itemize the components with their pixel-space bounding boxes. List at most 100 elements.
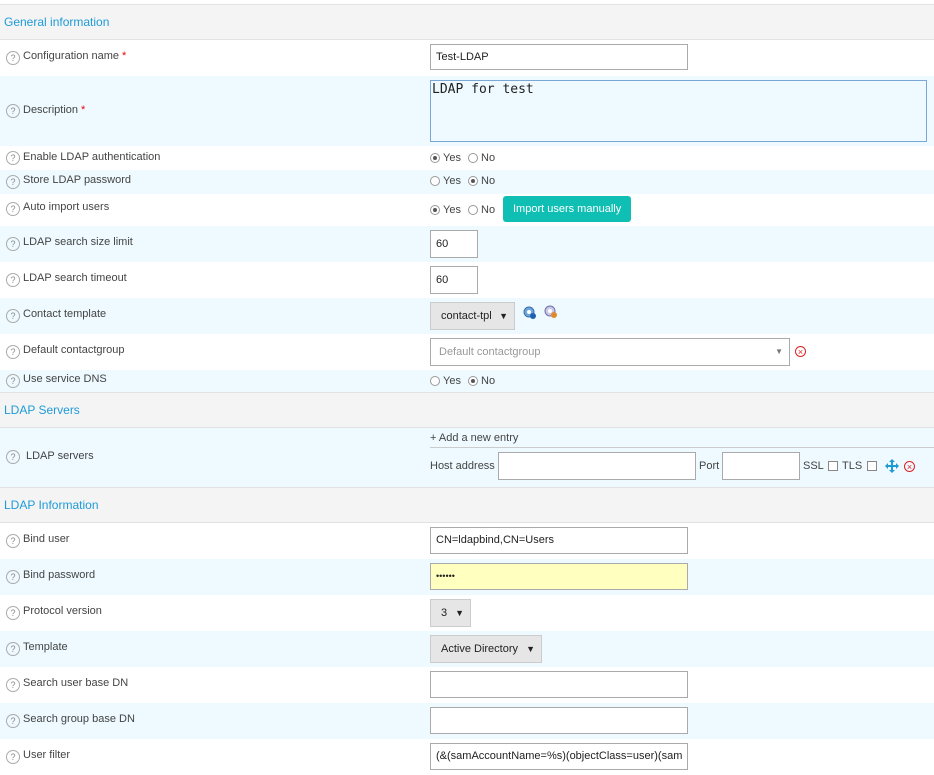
configuration-name-input[interactable]: Test-LDAP (430, 44, 688, 70)
import-users-manually-button[interactable]: Import users manually (503, 196, 632, 222)
row-template: ? Template Active Directory ▼ (0, 631, 934, 667)
help-icon[interactable]: ? (6, 374, 20, 388)
row-user-filter: ? User filter (&(samAccountName=%s)(obje… (0, 739, 934, 775)
row-search-timeout: ? LDAP search timeout 60 (0, 262, 934, 298)
bind-user-input[interactable]: CN=ldapbind,CN=Users (430, 527, 688, 554)
port-input[interactable] (722, 452, 800, 480)
field-label: Protocol version (23, 605, 102, 617)
help-icon[interactable]: ? (6, 750, 20, 764)
bind-password-input[interactable]: •••••• (430, 563, 688, 590)
required-mark: * (122, 50, 127, 62)
help-icon[interactable]: ? (6, 570, 20, 584)
row-enable-ldap-auth: ? Enable LDAP authentication Yes No (0, 146, 934, 170)
help-icon[interactable]: ? (6, 51, 20, 65)
field-label: Default contactgroup (23, 344, 125, 356)
search-size-limit-input[interactable]: 60 (430, 230, 478, 258)
row-configuration-name: ? Configuration name * Test-LDAP (0, 40, 934, 76)
field-label: Contact template (23, 308, 107, 320)
radio-no-label: No (481, 152, 496, 165)
row-bind-user: ? Bind user CN=ldapbind,CN=Users (0, 523, 934, 559)
radio-no-label: No (481, 175, 496, 188)
row-auto-import-users: ? Auto import users Yes No Import users … (0, 194, 934, 226)
row-search-size-limit: ? LDAP search size limit 60 (0, 226, 934, 262)
radio-no[interactable] (468, 153, 479, 164)
section-ldap-servers: LDAP Servers (0, 392, 934, 428)
field-label: LDAP search timeout (23, 272, 127, 284)
radio-no[interactable] (468, 176, 479, 187)
help-icon[interactable]: ? (6, 345, 20, 359)
help-icon[interactable]: ? (6, 714, 20, 728)
move-icon[interactable] (885, 459, 899, 476)
field-label: Enable LDAP authentication (23, 151, 161, 163)
field-label: Search group base DN (23, 713, 135, 725)
radio-yes[interactable] (430, 376, 440, 387)
help-icon[interactable]: ? (6, 450, 20, 464)
tls-label: TLS (842, 460, 863, 472)
remove-entry-icon[interactable]: × (904, 461, 915, 472)
row-ldap-servers: ? LDAP servers + Add a new entry Host ad… (0, 428, 934, 487)
section-title: General information (4, 15, 110, 29)
field-label: Store LDAP password (23, 174, 132, 186)
help-icon[interactable]: ? (6, 678, 20, 692)
template-select[interactable]: Active Directory ▼ (430, 635, 542, 663)
chevron-down-icon: ▼ (455, 608, 464, 618)
radio-yes-label: Yes (443, 175, 461, 188)
row-description: ? Description * LDAP for test (0, 76, 934, 146)
tls-checkbox[interactable] (867, 461, 877, 471)
radio-no[interactable] (468, 376, 479, 387)
section-title: LDAP Information (4, 498, 99, 512)
radio-yes[interactable] (430, 153, 440, 164)
radio-no-label: No (481, 375, 496, 388)
clear-icon[interactable]: × (795, 346, 806, 357)
contact-template-select[interactable]: contact-tpl ▼ (430, 302, 515, 330)
protocol-version-select[interactable]: 3 ▼ (430, 599, 471, 627)
search-user-base-dn-input[interactable] (430, 671, 688, 698)
row-store-ldap-password: ? Store LDAP password Yes No (0, 170, 934, 194)
chevron-down-icon: ▼ (499, 311, 508, 321)
field-label: Template (23, 641, 68, 653)
host-address-input[interactable] (498, 452, 696, 480)
add-new-entry-link[interactable]: + Add a new entry (430, 432, 518, 444)
help-icon[interactable]: ? (6, 104, 20, 118)
field-label: Search user base DN (23, 677, 129, 689)
help-icon[interactable]: ? (6, 237, 20, 251)
help-icon[interactable]: ? (6, 151, 20, 165)
row-default-contactgroup: ? Default contactgroup Default contactgr… (0, 334, 934, 370)
radio-yes-label: Yes (443, 375, 461, 388)
description-textarea[interactable]: LDAP for test (430, 80, 927, 142)
selected-value: 3 (441, 607, 448, 619)
radio-yes[interactable] (430, 205, 440, 216)
info-gear-icon[interactable] (522, 305, 537, 323)
chevron-down-icon: ▼ (775, 347, 783, 356)
help-icon[interactable]: ? (6, 642, 20, 656)
selected-value: Active Directory (441, 643, 519, 655)
help-icon[interactable]: ? (6, 534, 20, 548)
field-label: Use service DNS (23, 373, 107, 385)
search-group-base-dn-input[interactable] (430, 707, 688, 734)
field-label: Bind password (23, 569, 96, 581)
settings-gear-icon[interactable] (543, 304, 558, 322)
ssl-checkbox[interactable] (828, 461, 838, 471)
field-label: LDAP servers (26, 450, 94, 462)
search-timeout-input[interactable]: 60 (430, 266, 478, 294)
radio-no-label: No (481, 204, 496, 217)
host-address-label: Host address (430, 460, 495, 472)
help-icon[interactable]: ? (6, 606, 20, 620)
radio-no[interactable] (468, 205, 479, 216)
section-title: LDAP Servers (4, 403, 80, 417)
row-use-service-dns: ? Use service DNS Yes No (0, 370, 934, 392)
label-text: Configuration name (23, 50, 120, 62)
help-icon[interactable]: ? (6, 175, 20, 189)
ssl-label: SSL (803, 460, 824, 472)
radio-yes[interactable] (430, 176, 440, 187)
help-icon[interactable]: ? (6, 202, 20, 216)
row-contact-template: ? Contact template contact-tpl ▼ (0, 298, 934, 334)
label-text: Description (23, 104, 79, 116)
user-filter-input[interactable]: (&(samAccountName=%s)(objectClass=user)(… (430, 743, 688, 770)
divider (430, 447, 934, 448)
help-icon[interactable]: ? (6, 309, 20, 323)
help-icon[interactable]: ? (6, 273, 20, 287)
ldap-configuration-form: General information ? Configuration name… (0, 0, 934, 775)
default-contactgroup-select[interactable]: Default contactgroup ▼ (430, 338, 790, 366)
field-label: LDAP search size limit (23, 236, 133, 248)
